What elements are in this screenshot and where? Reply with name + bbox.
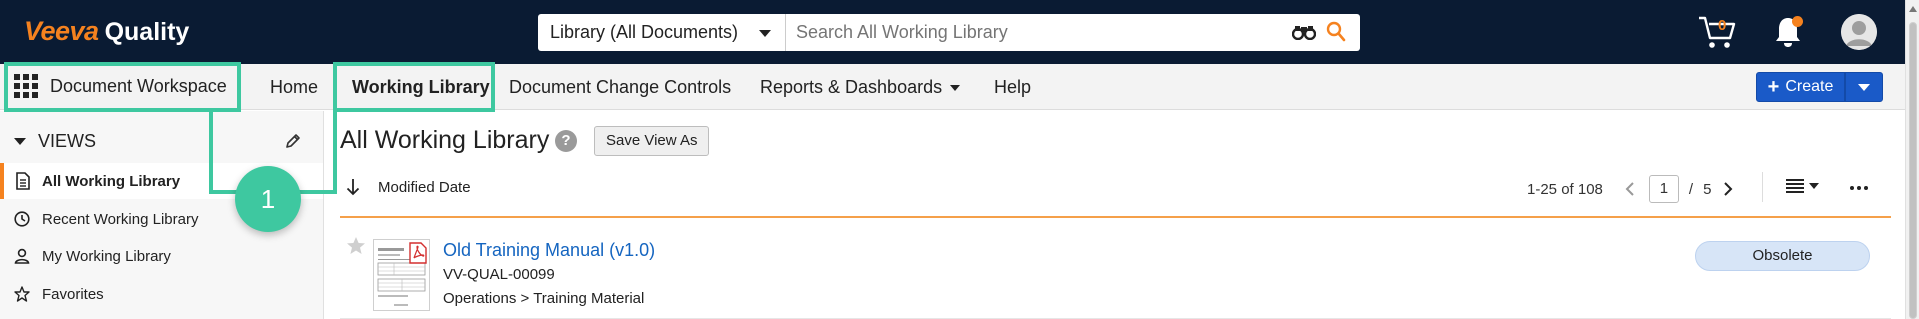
collapse-triangle-icon bbox=[14, 138, 26, 145]
more-actions-icon[interactable] bbox=[1850, 186, 1871, 190]
search-input[interactable] bbox=[786, 14, 1360, 51]
scrollbar-thumb[interactable] bbox=[1909, 22, 1917, 319]
save-view-as-button[interactable]: Save View As bbox=[594, 126, 710, 156]
page-separator: / bbox=[1688, 180, 1694, 198]
notification-dot bbox=[1792, 16, 1803, 27]
user-silhouette-icon bbox=[1841, 14, 1877, 50]
help-icon[interactable]: ? bbox=[555, 130, 577, 152]
sidebar-item-label: Favorites bbox=[42, 285, 104, 303]
view-mode-menu[interactable] bbox=[1786, 179, 1820, 193]
cart-count-badge: 0 bbox=[1718, 17, 1727, 34]
nav-item-home[interactable]: Home bbox=[270, 77, 318, 98]
sidebar-item-label: All Working Library bbox=[42, 172, 181, 190]
callout-connector bbox=[333, 110, 337, 194]
sidebar-item-my-working-library[interactable]: My Working Library bbox=[0, 238, 323, 274]
sort-control[interactable]: Modified Date bbox=[346, 178, 471, 196]
search-icon[interactable] bbox=[1326, 21, 1346, 43]
clock-icon bbox=[14, 211, 30, 227]
create-dropdown-button[interactable] bbox=[1845, 72, 1883, 102]
page-title: All Working Library bbox=[340, 126, 550, 154]
highlight-document-workspace bbox=[4, 62, 241, 112]
plus-icon: + bbox=[1767, 75, 1780, 98]
create-label: Create bbox=[1785, 78, 1834, 95]
sidebar-item-favorites[interactable]: Favorites bbox=[0, 276, 323, 312]
nav-item-document-change-controls[interactable]: Document Change Controls bbox=[509, 77, 731, 98]
status-badge: Obsolete bbox=[1695, 241, 1870, 271]
toolbar-divider bbox=[1762, 172, 1763, 202]
nav-item-reports-dashboards[interactable]: Reports & Dashboards bbox=[760, 77, 961, 98]
search-scope-dropdown[interactable]: Library (All Documents) bbox=[538, 14, 786, 51]
views-header[interactable]: VIEWS bbox=[14, 131, 96, 152]
sidebar-item-label: Recent Working Library bbox=[42, 210, 199, 228]
scroll-up-icon[interactable] bbox=[1909, 6, 1917, 12]
nav-item-reports-label: Reports & Dashboards bbox=[760, 77, 943, 97]
cart-icon[interactable] bbox=[1697, 14, 1737, 50]
document-thumbnail[interactable] bbox=[373, 239, 430, 311]
search-scope-label: Library (All Documents) bbox=[550, 22, 739, 42]
list-view-icon bbox=[1786, 179, 1804, 193]
pdf-file-icon bbox=[409, 242, 427, 264]
star-icon bbox=[14, 286, 30, 302]
chevron-down-icon bbox=[759, 30, 771, 37]
avatar-icon[interactable] bbox=[1841, 14, 1877, 50]
search-bar: Library (All Documents) bbox=[538, 14, 1360, 51]
document-title-link[interactable]: Old Training Manual (v1.0) bbox=[443, 240, 655, 261]
top-header: Veeva Quality Library (All Documents) 0 bbox=[0, 0, 1905, 64]
page-number-input[interactable]: 1 bbox=[1648, 175, 1679, 203]
views-label: VIEWS bbox=[38, 131, 97, 151]
sort-down-arrow-icon bbox=[346, 179, 360, 196]
chevron-down-icon bbox=[1858, 83, 1870, 91]
document-row[interactable]: Old Training Manual (v1.0) VV-QUAL-00099… bbox=[340, 218, 1891, 319]
app-logo[interactable]: Veeva Quality bbox=[24, 16, 189, 48]
total-pages: 5 bbox=[1703, 180, 1712, 198]
highlight-working-library bbox=[333, 62, 495, 112]
document-classification: Operations > Training Material bbox=[443, 290, 645, 307]
main-nav: Document Workspace Home Working Library … bbox=[0, 64, 1905, 110]
chevron-down-icon bbox=[950, 85, 961, 92]
favorite-star-icon[interactable] bbox=[346, 236, 366, 256]
product-name: Quality bbox=[104, 18, 190, 46]
chevron-down-icon bbox=[1809, 183, 1819, 189]
binoculars-icon[interactable] bbox=[1292, 24, 1316, 40]
person-icon bbox=[14, 248, 30, 264]
nav-item-help[interactable]: Help bbox=[994, 77, 1031, 98]
page-scrollbar[interactable] bbox=[1905, 0, 1919, 319]
callout-number: 1 bbox=[235, 166, 301, 232]
brand-name: Veeva bbox=[24, 16, 99, 46]
sort-label: Modified Date bbox=[378, 178, 471, 196]
sidebar-item-label: My Working Library bbox=[42, 247, 171, 265]
document-number: VV-QUAL-00099 bbox=[443, 266, 555, 283]
pagination: 1-25 of 108 1 / 5 bbox=[1527, 174, 1733, 204]
chevron-right-icon[interactable] bbox=[1723, 181, 1733, 197]
document-icon bbox=[16, 172, 30, 190]
create-button[interactable]: + Create bbox=[1756, 72, 1845, 102]
create-button-group: + Create bbox=[1756, 72, 1883, 102]
pencil-icon[interactable] bbox=[285, 133, 301, 149]
callout-connector bbox=[209, 110, 213, 194]
result-range: 1-25 of 108 bbox=[1527, 180, 1603, 198]
chevron-left-icon[interactable] bbox=[1625, 181, 1635, 197]
